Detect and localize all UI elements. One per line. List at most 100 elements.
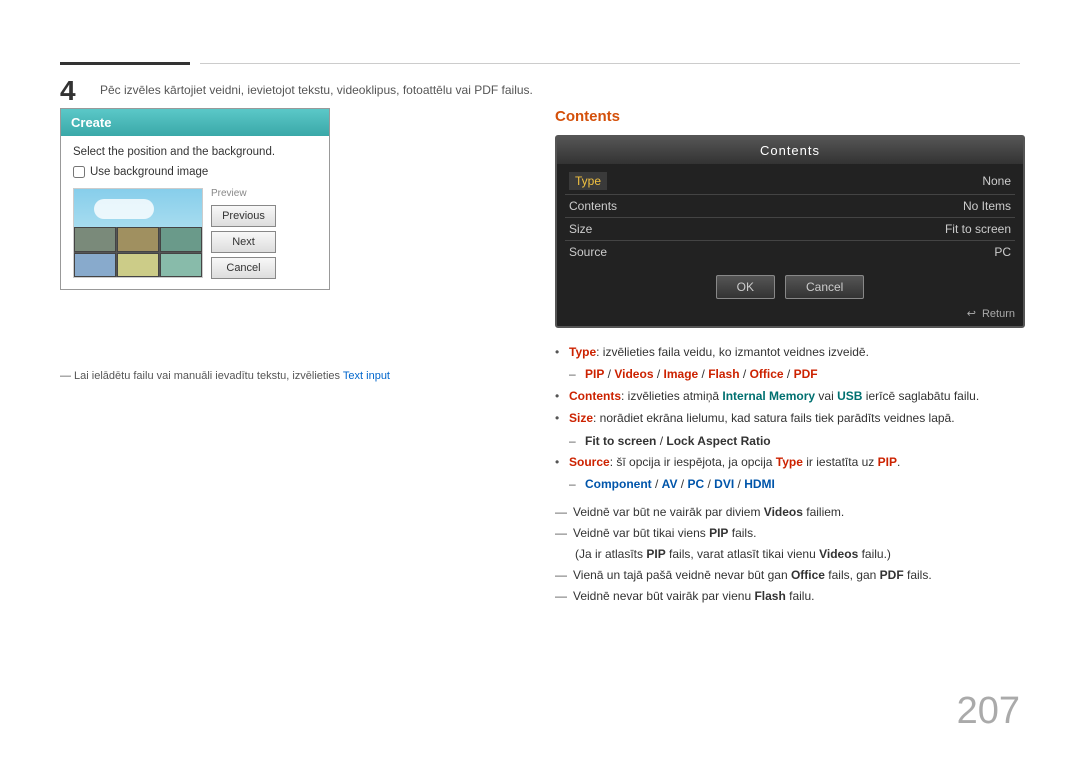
return-text: Return: [982, 308, 1015, 320]
select-position-text: Select the position and the background.: [73, 146, 317, 158]
note-5: — Veidnē nevar būt vairāk par vienu Flas…: [555, 587, 1025, 605]
videos-note-1: Videos: [764, 505, 803, 519]
bullet-dot-3: •: [555, 408, 565, 428]
bullet-dot-1: •: [555, 342, 565, 362]
size-bold: Size: [569, 411, 593, 425]
usb-label: USB: [837, 389, 862, 403]
bullet-contents-text: Contents: izvēlieties atmiņā Internal Me…: [569, 386, 979, 406]
note-3-text: (Ja ir atlasīts PIP fails, varat atlasīt…: [575, 545, 891, 563]
videos-label: Videos: [614, 367, 653, 381]
note-dash-1: —: [555, 503, 567, 521]
note-5-text: Veidnē nevar būt vairāk par vienu Flash …: [573, 587, 814, 605]
type-value: None: [982, 174, 1011, 188]
use-background-text: Use background image: [90, 166, 208, 178]
fit-to-screen-label: Fit to screen: [585, 434, 656, 448]
contents-dialog-title: Contents: [557, 137, 1023, 164]
av-label: AV: [662, 477, 678, 491]
pip-label: PIP: [585, 367, 604, 381]
office-label: Office: [750, 367, 784, 381]
contents-row-type: Type None: [565, 168, 1015, 195]
thumb-cell-4: [74, 253, 116, 278]
contents-heading: Contents: [555, 108, 1025, 125]
type-label: Type: [569, 172, 607, 190]
sub-dash-3: –: [569, 474, 579, 494]
note-3: (Ja ir atlasīts PIP fails, varat atlasīt…: [575, 545, 1025, 563]
bullet-type-text: Type: izvēlieties faila veidu, ko izmant…: [569, 342, 869, 362]
text-input-link[interactable]: Text input: [343, 370, 390, 382]
sub-source-text: Component / AV / PC / DVI / HDMI: [585, 474, 775, 494]
contents-label: Contents: [569, 199, 617, 213]
flash-note-5: Flash: [754, 589, 785, 603]
left-note: — Lai ielādētu failu vai manuāli ievadīt…: [60, 370, 390, 382]
create-content-area: Preview Previous Next Cancel: [73, 188, 317, 279]
bullet-size-text: Size: norādiet ekrāna lielumu, kad satur…: [569, 408, 955, 428]
ok-button[interactable]: OK: [716, 275, 775, 299]
contents-dialog-buttons: OK Cancel: [557, 267, 1023, 307]
pip-ref: PIP: [878, 455, 897, 469]
top-decorative-lines: [60, 62, 1020, 65]
thumbnail-area: [73, 188, 203, 278]
note-2: — Veidnē var būt tikai viens PIP fails.: [555, 524, 1025, 542]
internal-memory-label: Internal Memory: [722, 389, 815, 403]
bullet-source: • Source: šī opcija ir iespējota, ja opc…: [555, 452, 1025, 472]
thumb-cell-2: [117, 227, 159, 252]
bullet-type: • Type: izvēlieties faila veidu, ko izma…: [555, 342, 1025, 362]
cancel-dialog-button[interactable]: Cancel: [785, 275, 864, 299]
note-dash-5: —: [555, 587, 567, 605]
bullet-contents: • Contents: izvēlieties atmiņā Internal …: [555, 386, 1025, 406]
size-value: Fit to screen: [945, 222, 1011, 236]
size-label: Size: [569, 222, 592, 236]
pip-note-3: PIP: [646, 547, 665, 561]
page-number: 207: [957, 690, 1020, 733]
cloud-decoration: [94, 199, 154, 219]
step-number: 4: [60, 75, 76, 107]
pc-label: PC: [687, 477, 704, 491]
thumb-cell-3: [160, 227, 202, 252]
contents-row-size: Size Fit to screen: [565, 218, 1015, 241]
bullet-dot-4: •: [555, 452, 565, 472]
return-label: ↩ Return: [557, 307, 1023, 326]
bullet-source-text: Source: šī opcija ir iespējota, ja opcij…: [569, 452, 900, 472]
contents-bold: Contents: [569, 389, 621, 403]
dialog-buttons-column: Preview Previous Next Cancel: [211, 188, 276, 279]
type-ref: Type: [776, 455, 803, 469]
note-4-text: Vienā un tajā pašā veidnē nevar būt gan …: [573, 566, 932, 584]
previous-button[interactable]: Previous: [211, 205, 276, 227]
note-4: — Vienā un tajā pašā veidnē nevar būt ga…: [555, 566, 1025, 584]
note-dash-4: —: [555, 566, 567, 584]
use-background-checkbox[interactable]: [73, 166, 85, 178]
cancel-button[interactable]: Cancel: [211, 257, 276, 279]
sub-bullet-type: – PIP / Videos / Image / Flash / Office …: [569, 364, 1025, 384]
sub-dash-1: –: [569, 364, 579, 384]
left-note-prefix: — Lai ielādētu failu vai manuāli ievadīt…: [60, 370, 340, 382]
return-arrow-icon: ↩: [967, 308, 976, 320]
source-value: PC: [994, 245, 1011, 259]
next-button[interactable]: Next: [211, 231, 276, 253]
sub-dash-2: –: [569, 431, 579, 451]
lock-aspect-ratio-label: Lock Aspect Ratio: [666, 434, 770, 448]
notes-area: — Veidnē var būt ne vairāk par diviem Vi…: [555, 503, 1025, 605]
note-1: — Veidnē var būt ne vairāk par diviem Vi…: [555, 503, 1025, 521]
note-2-text: Veidnē var būt tikai viens PIP fails.: [573, 524, 756, 542]
dvi-label: DVI: [714, 477, 734, 491]
image-label: Image: [664, 367, 699, 381]
contents-row-source: Source PC: [565, 241, 1015, 263]
videos-note-3: Videos: [819, 547, 858, 561]
contents-dialog: Contents Type None Contents No Items Siz…: [555, 135, 1025, 328]
note-dash-2: —: [555, 524, 567, 542]
thumb-cell-1: [74, 227, 116, 252]
sub-bullet-size: – Fit to screen / Lock Aspect Ratio: [569, 431, 1025, 451]
right-panel: Contents Contents Type None Contents No …: [555, 108, 1025, 608]
contents-row-contents: Contents No Items: [565, 195, 1015, 218]
flash-label: Flash: [708, 367, 739, 381]
contents-value: No Items: [963, 199, 1011, 213]
source-bold: Source: [569, 455, 610, 469]
create-dialog-body: Select the position and the background. …: [61, 136, 329, 289]
create-dialog-title: Create: [61, 109, 329, 136]
use-background-label[interactable]: Use background image: [73, 166, 317, 178]
thumbnail-grid: [74, 227, 202, 277]
pip-note-2: PIP: [709, 526, 728, 540]
bullet-size: • Size: norādiet ekrāna lielumu, kad sat…: [555, 408, 1025, 428]
sub-bullet-source: – Component / AV / PC / DVI / HDMI: [569, 474, 1025, 494]
top-line-light: [200, 63, 1020, 64]
